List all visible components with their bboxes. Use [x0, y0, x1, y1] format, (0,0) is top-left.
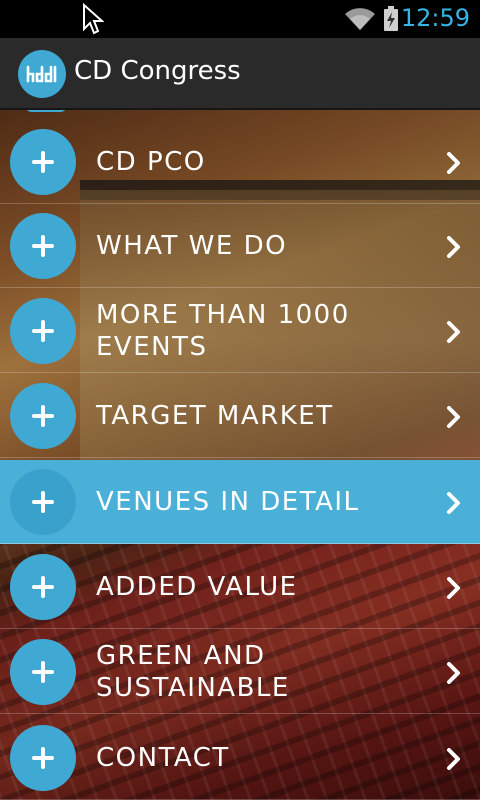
menu-item-label: TARGET MARKET — [96, 401, 334, 431]
chevron-right-icon — [446, 152, 462, 178]
menu-item-label: CD PCO — [96, 147, 206, 177]
menu-item-label: CONTACT — [96, 743, 230, 773]
battery-charging-icon — [383, 6, 399, 36]
plus-icon — [10, 213, 76, 279]
chevron-right-icon — [446, 321, 462, 347]
cursor-icon — [82, 2, 105, 39]
wifi-icon — [344, 6, 376, 36]
chevron-right-icon — [446, 662, 462, 688]
chevron-right-icon — [446, 577, 462, 603]
plus-icon — [10, 554, 76, 620]
menu-item-added-value[interactable]: ADDED VALUE — [0, 545, 480, 629]
plus-icon — [10, 383, 76, 449]
menu-item-contact[interactable]: CONTACT — [0, 716, 480, 800]
plus-icon — [10, 129, 76, 195]
menu-item-label: VENUES IN DETAIL — [96, 487, 360, 517]
app-title: CD Congress — [74, 56, 241, 86]
chevron-right-icon — [446, 406, 462, 432]
plus-icon — [10, 639, 76, 705]
status-bar: 12:59 — [0, 0, 480, 38]
chevron-right-icon — [446, 236, 462, 262]
chevron-right-icon — [446, 748, 462, 774]
menu-item-label: MORE THAN 1000 EVENTS — [96, 300, 350, 362]
menu-container: CD PCO WHAT WE DO MORE THAN 1000 EVENTS … — [0, 110, 480, 800]
status-clock: 12:59 — [400, 4, 470, 32]
chevron-right-icon — [446, 492, 462, 518]
menu-item-label: ADDED VALUE — [96, 572, 298, 602]
menu-item-green-and-sustainable[interactable]: GREEN AND SUSTAINABLE — [0, 630, 480, 714]
menu-item-label: WHAT WE DO — [96, 231, 288, 261]
plus-icon — [10, 469, 76, 535]
menu-item-venues-in-detail[interactable]: VENUES IN DETAIL — [0, 460, 480, 544]
partial-plus-circle — [24, 110, 68, 112]
plus-icon — [10, 725, 76, 791]
menu-item-cd-pco[interactable]: CD PCO — [0, 120, 480, 204]
menu-item-label: GREEN AND SUSTAINABLE — [96, 641, 290, 703]
plus-icon — [10, 298, 76, 364]
menu-item-target-market[interactable]: TARGET MARKET — [0, 374, 480, 458]
action-bar: CD Congress — [0, 38, 480, 110]
menu-item-events[interactable]: MORE THAN 1000 EVENTS — [0, 289, 480, 373]
menu-item-what-we-do[interactable]: WHAT WE DO — [0, 204, 480, 288]
cd-logo-icon[interactable] — [18, 50, 66, 98]
